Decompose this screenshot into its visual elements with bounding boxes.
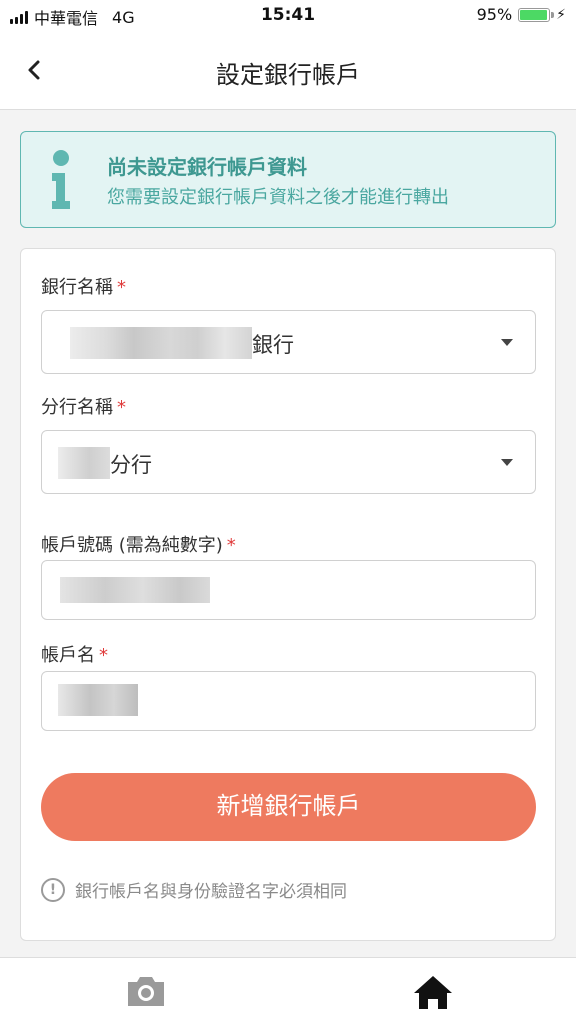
battery-percent: 95% [476, 5, 513, 24]
branch-name-label-text: 分行名稱 [41, 397, 113, 418]
hint-text: 銀行帳戶名與身份驗證名字必須相同 [75, 882, 347, 902]
redacted-text [70, 327, 252, 359]
branch-name-select[interactable]: 分行 [41, 430, 536, 494]
required-mark: * [226, 535, 236, 556]
status-right: 95% ⚡ [477, 5, 566, 24]
account-name-label: 帳戶名 * [41, 641, 108, 667]
notice-banner: 尚未設定銀行帳戶資料 您需要設定銀行帳戶資料之後才能進行轉出 [20, 131, 556, 228]
dropdown-caret-icon [501, 459, 513, 466]
charging-icon: ⚡ [556, 6, 566, 23]
account-number-label-text: 帳戶號碼 (需為純數字) [41, 535, 223, 556]
account-number-label: 帳戶號碼 (需為純數字) * [41, 531, 236, 557]
home-icon [414, 976, 452, 1009]
nav-item-camera[interactable] [124, 972, 168, 1012]
page-title: 設定銀行帳戶 [216, 61, 360, 89]
hint-row: ! 銀行帳戶名與身份驗證名字必須相同 [41, 877, 347, 902]
app-header: 設定銀行帳戶 [0, 30, 576, 110]
info-icon [52, 150, 70, 209]
nav-item-home[interactable] [411, 972, 455, 1012]
account-number-input[interactable] [41, 560, 536, 620]
branch-name-label: 分行名稱 * [41, 393, 126, 419]
account-name-input[interactable] [41, 671, 536, 731]
notice-title: 尚未設定銀行帳戶資料 [107, 155, 307, 179]
notice-description: 您需要設定銀行帳戶資料之後才能進行轉出 [107, 187, 449, 208]
bank-name-select[interactable]: 銀行 [41, 310, 536, 374]
account-name-label-text: 帳戶名 [41, 645, 95, 666]
bottom-nav [0, 957, 576, 1024]
redacted-text [58, 447, 110, 479]
branch-name-value: 分行 [110, 453, 152, 477]
battery-fill [520, 9, 547, 20]
bank-name-label: 銀行名稱 * [41, 273, 126, 299]
add-bank-account-button[interactable]: 新增銀行帳戶 [41, 773, 536, 841]
redacted-text [58, 684, 138, 716]
bank-account-form: 銀行名稱 * 銀行 分行名稱 * 分行 帳戶號碼 (需為純數字) * 帳戶名 * 新增銀… [20, 248, 556, 941]
camera-icon [128, 977, 164, 1006]
exclamation-circle-icon: ! [41, 877, 65, 902]
redacted-text [60, 577, 210, 603]
bank-name-value: 銀行 [252, 333, 294, 357]
status-bar: 中華電信 4G 15:41 95% ⚡ [0, 0, 576, 30]
required-mark: * [117, 397, 126, 418]
bank-name-label-text: 銀行名稱 [41, 277, 113, 298]
required-mark: * [117, 277, 126, 298]
battery-icon [518, 7, 555, 22]
dropdown-caret-icon [501, 339, 513, 346]
required-mark: * [99, 645, 108, 666]
